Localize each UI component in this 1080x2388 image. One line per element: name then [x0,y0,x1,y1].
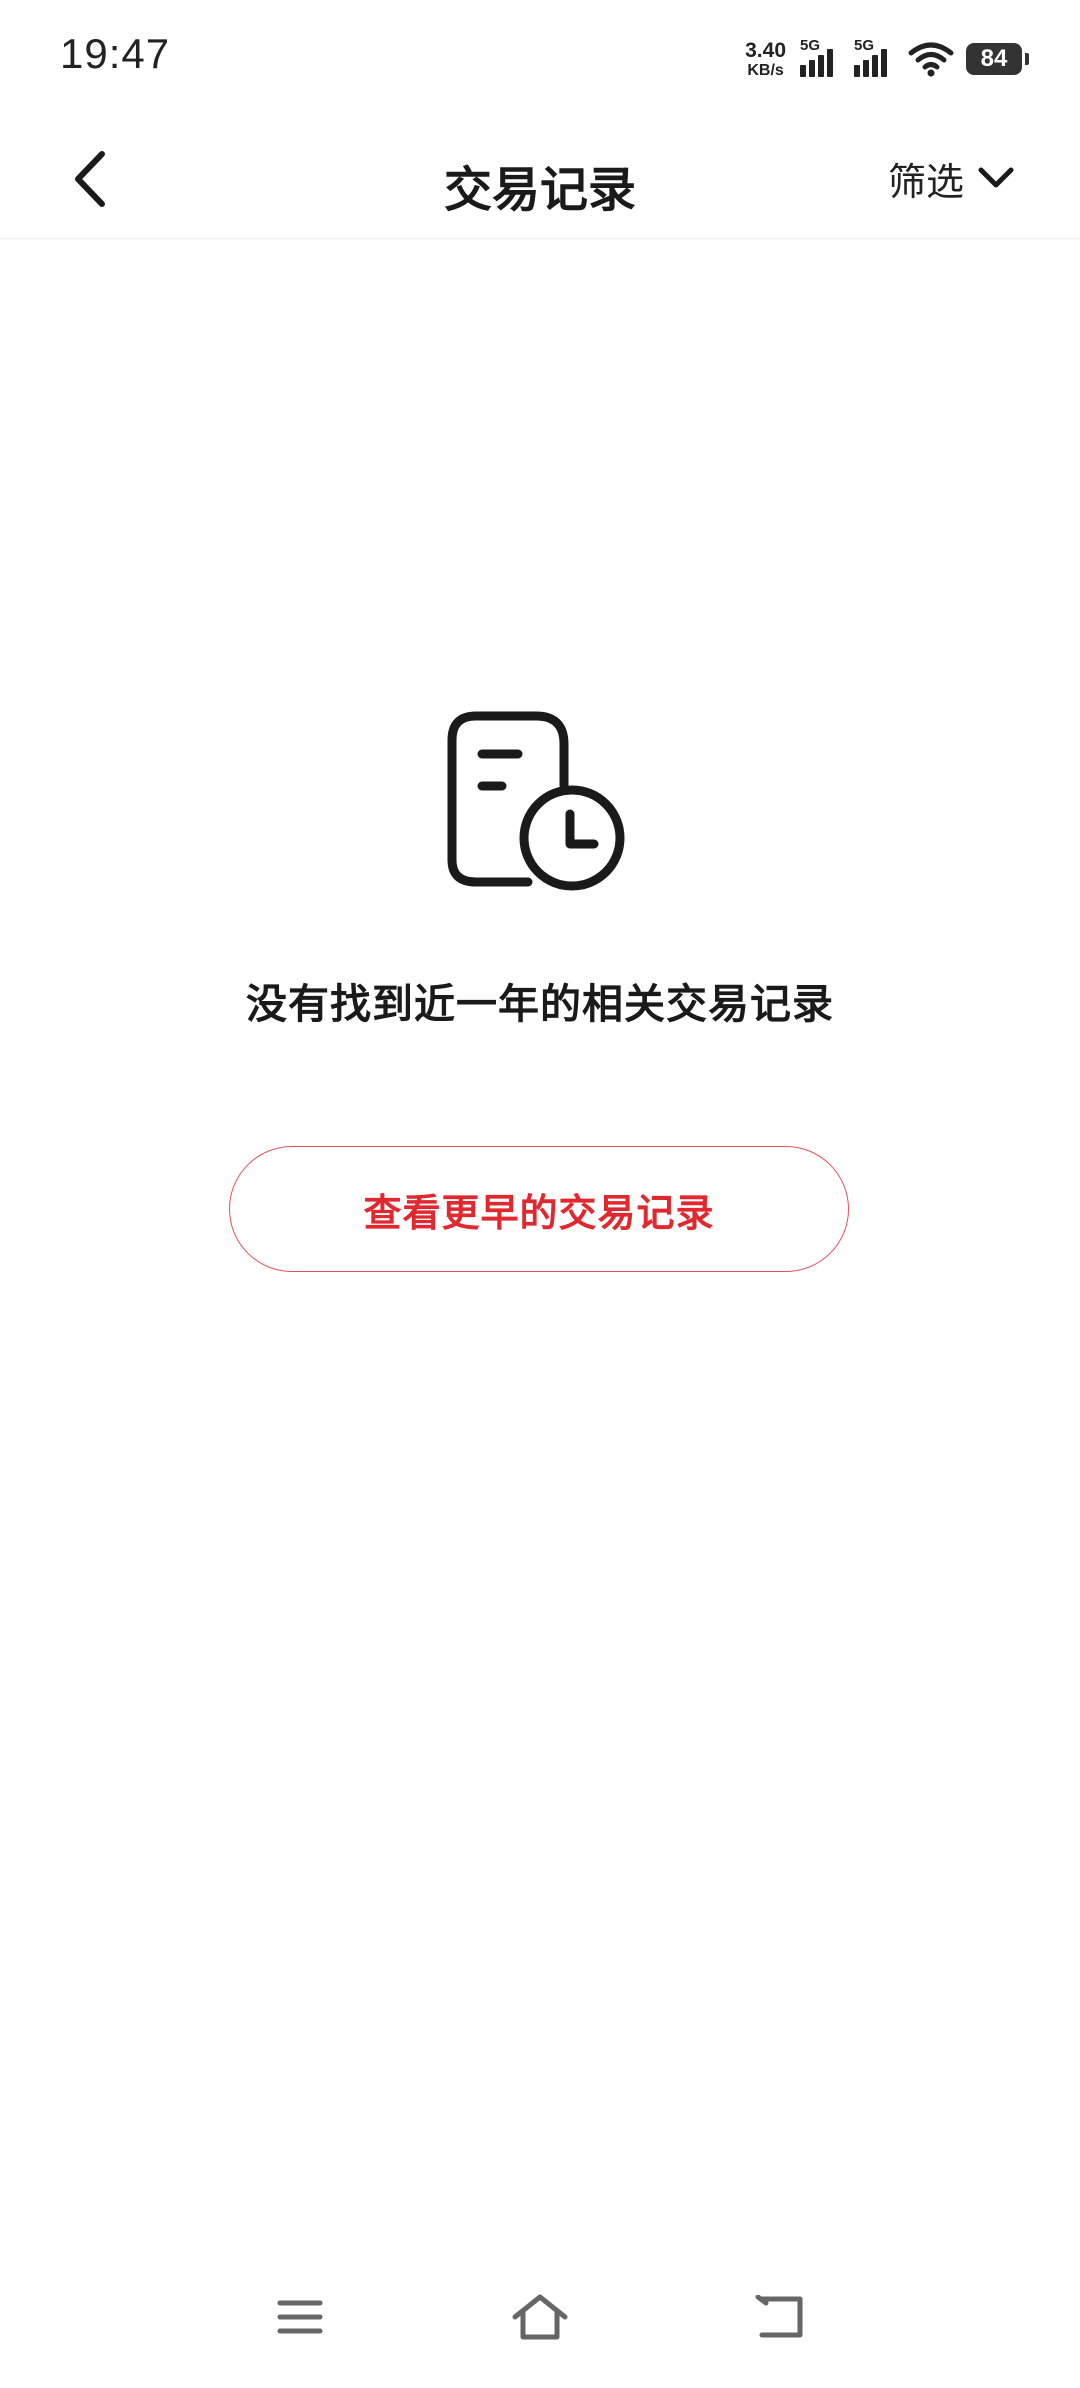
sim2-network-type: 5G [854,37,875,54]
status-indicators: 3.40 KB/s 5G 5G 84 [745,34,1029,84]
menu-button[interactable] [260,2282,340,2352]
filter-button[interactable]: 筛选 [888,150,1014,206]
status-bar: 19:47 3.40 KB/s 5G 5G 84 [0,0,1080,120]
signal-sim2-icon: 5G [854,37,898,81]
view-earlier-records-button[interactable]: 查看更早的交易记录 [229,1146,849,1272]
network-speed-value: 3.40 [745,38,786,62]
home-button[interactable] [500,2282,580,2352]
filter-label: 筛选 [887,161,964,204]
network-speed-unit: KB/s [747,61,784,79]
signal-sim1-icon: 5G [800,37,844,81]
wifi-icon [908,42,954,77]
empty-state-message: 没有找到近一年的相关交易记录 [246,981,834,1027]
sim1-network-type: 5G [800,37,821,54]
back-nav-button[interactable] [740,2282,820,2352]
header: 交易记录 筛选 [0,120,1080,239]
system-nav-bar [0,2268,1080,2388]
menu-icon [277,2300,323,2334]
record-clock-icon [447,711,625,891]
back-icon [755,2295,803,2338]
status-time: 19:47 [60,30,171,77]
chevron-down-icon [978,167,1014,188]
battery-icon: 84 [966,43,1029,75]
home-icon [512,2294,568,2340]
network-speed: 3.40 KB/s [745,40,786,79]
